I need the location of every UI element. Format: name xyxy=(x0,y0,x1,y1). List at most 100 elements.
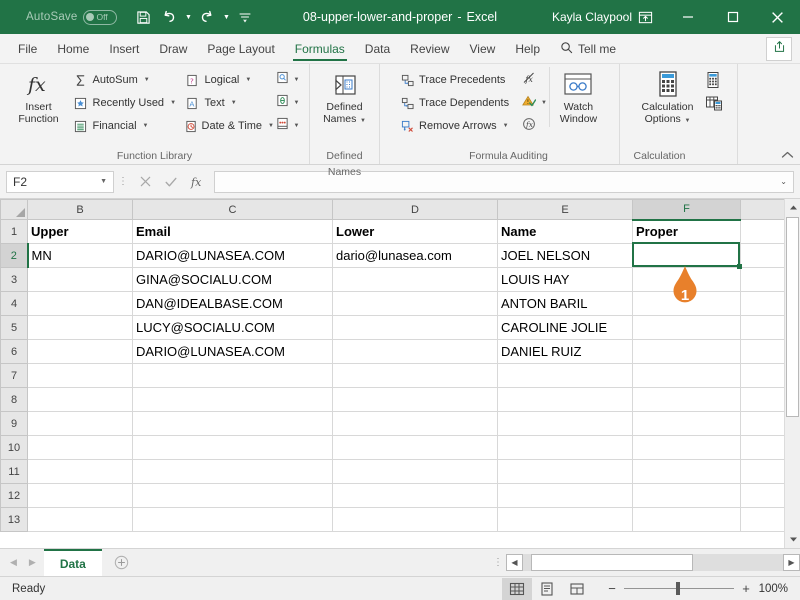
horizontal-scrollbar[interactable]: ⋮ ◀ ▶ xyxy=(490,549,800,576)
lookup-reference-button[interactable]: ▼ xyxy=(274,69,302,91)
select-all-corner-icon[interactable] xyxy=(0,199,28,220)
cell-F11[interactable] xyxy=(632,459,741,484)
tab-home[interactable]: Home xyxy=(47,35,99,63)
cell-C9[interactable] xyxy=(132,411,333,436)
close-icon[interactable] xyxy=(755,0,800,34)
cell-B12[interactable] xyxy=(27,483,133,508)
cell-F9[interactable] xyxy=(632,411,741,436)
calculate-sheet-button[interactable] xyxy=(703,94,725,116)
financial-caret-icon[interactable]: ▼ xyxy=(143,123,149,129)
cell-C10[interactable] xyxy=(132,435,333,460)
collapse-ribbon-icon[interactable] xyxy=(781,150,794,162)
cell-B9[interactable] xyxy=(27,411,133,436)
undo-icon[interactable] xyxy=(157,5,181,29)
cell-C13[interactable] xyxy=(132,507,333,532)
minimize-icon[interactable] xyxy=(665,0,710,34)
vertical-scrollbar[interactable] xyxy=(784,199,800,548)
undo-dropdown-caret-icon[interactable]: ▼ xyxy=(183,5,193,29)
name-box[interactable]: F2 ▼ xyxy=(6,170,114,193)
insert-function-button[interactable]: fx Insert Function xyxy=(8,67,70,127)
fill-handle[interactable] xyxy=(737,264,742,269)
recently-used-button[interactable]: Recently Used ▼ xyxy=(70,92,182,114)
cell-G13[interactable] xyxy=(740,507,785,532)
tell-me-search[interactable]: Tell me xyxy=(560,35,616,63)
zoom-out-button[interactable]: − xyxy=(606,581,618,596)
zoom-in-button[interactable]: + xyxy=(740,581,752,596)
lookup-reference-caret-icon[interactable]: ▼ xyxy=(294,77,300,83)
cell-F5[interactable] xyxy=(632,315,741,340)
cell-B4[interactable] xyxy=(27,291,133,316)
trace-precedents-button[interactable]: Trace Precedents xyxy=(396,69,520,91)
cell-F8[interactable] xyxy=(632,387,741,412)
cell-F12[interactable] xyxy=(632,483,741,508)
cancel-icon[interactable] xyxy=(132,171,158,193)
column-header-f[interactable]: F xyxy=(632,199,741,221)
cell-D1[interactable]: Lower xyxy=(332,219,498,244)
cell-B11[interactable] xyxy=(27,459,133,484)
cell-E2[interactable]: JOEL NELSON xyxy=(497,243,633,268)
cell-E3[interactable]: LOUIS HAY xyxy=(497,267,633,292)
tab-insert[interactable]: Insert xyxy=(99,35,149,63)
cell-C12[interactable] xyxy=(132,483,333,508)
cell-F1[interactable]: Proper xyxy=(632,219,741,244)
autosum-caret-icon[interactable]: ▼ xyxy=(144,77,150,83)
calculation-options-caret-icon[interactable]: ▼ xyxy=(683,118,690,124)
page-layout-view-icon[interactable] xyxy=(532,578,562,600)
customize-quick-access-icon[interactable] xyxy=(233,5,257,29)
cell-D11[interactable] xyxy=(332,459,498,484)
cell-B6[interactable] xyxy=(27,339,133,364)
logical-caret-icon[interactable]: ▼ xyxy=(245,77,251,83)
row-header-3[interactable]: 3 xyxy=(0,267,28,292)
column-header-c[interactable]: C xyxy=(132,199,333,220)
cell-D5[interactable] xyxy=(332,315,498,340)
cell-G4[interactable] xyxy=(740,291,785,316)
cell-B7[interactable] xyxy=(27,363,133,388)
column-header-d[interactable]: D xyxy=(332,199,498,220)
more-functions-caret-icon[interactable]: ▼ xyxy=(294,123,300,129)
page-break-preview-icon[interactable] xyxy=(562,578,592,600)
fx-icon[interactable]: fx xyxy=(184,171,210,193)
cell-G8[interactable] xyxy=(740,387,785,412)
cell-C11[interactable] xyxy=(132,459,333,484)
tab-data[interactable]: Data xyxy=(355,35,400,63)
column-header-e[interactable]: E xyxy=(497,199,633,220)
text-function-caret-icon[interactable]: ▼ xyxy=(231,100,237,106)
cell-D7[interactable] xyxy=(332,363,498,388)
cell-D13[interactable] xyxy=(332,507,498,532)
maximize-icon[interactable] xyxy=(710,0,755,34)
row-header-12[interactable]: 12 xyxy=(0,483,28,508)
cell-E9[interactable] xyxy=(497,411,633,436)
worksheet-grid[interactable]: B C D E F 1 Upper Email Lower Name Prope… xyxy=(0,199,800,548)
tab-review[interactable]: Review xyxy=(400,35,459,63)
normal-view-icon[interactable] xyxy=(502,577,532,600)
cell-C3[interactable]: GINA@SOCIALU.COM xyxy=(132,267,333,292)
ribbon-display-options-icon[interactable] xyxy=(625,0,665,34)
row-header-2[interactable]: 2 xyxy=(0,243,29,268)
user-account[interactable]: Kayla Claypool xyxy=(552,0,632,34)
autosum-button[interactable]: AutoSum ▼ xyxy=(70,69,182,91)
cell-B5[interactable] xyxy=(27,315,133,340)
cell-E4[interactable]: ANTON BARIL xyxy=(497,291,633,316)
cell-G6[interactable] xyxy=(740,339,785,364)
remove-arrows-caret-icon[interactable]: ▼ xyxy=(503,123,509,129)
math-trig-caret-icon[interactable]: ▼ xyxy=(294,100,300,106)
cell-B2[interactable]: MN xyxy=(27,243,133,268)
trace-dependents-button[interactable]: Trace Dependents xyxy=(396,92,520,114)
evaluate-formula-button[interactable]: fx xyxy=(520,115,549,137)
tab-help[interactable]: Help xyxy=(505,35,550,63)
formula-bar-grip[interactable]: ⋮ xyxy=(114,176,132,187)
save-icon[interactable] xyxy=(131,5,155,29)
hscroll-right-icon[interactable]: ▶ xyxy=(783,554,800,571)
cell-F6[interactable] xyxy=(632,339,741,364)
row-header-4[interactable]: 4 xyxy=(0,291,28,316)
column-header-b[interactable]: B xyxy=(27,199,133,220)
cell-G2[interactable] xyxy=(740,243,785,268)
row-header-10[interactable]: 10 xyxy=(0,435,28,460)
cell-E1[interactable]: Name xyxy=(497,219,633,244)
cell-F13[interactable] xyxy=(632,507,741,532)
defined-names-button[interactable]: Defined Names ▼ xyxy=(311,67,379,129)
scroll-up-icon[interactable] xyxy=(785,199,800,216)
zoom-level[interactable]: 100% xyxy=(752,583,800,595)
row-header-13[interactable]: 13 xyxy=(0,507,28,532)
chevron-down-icon[interactable]: ⌄ xyxy=(780,177,787,186)
